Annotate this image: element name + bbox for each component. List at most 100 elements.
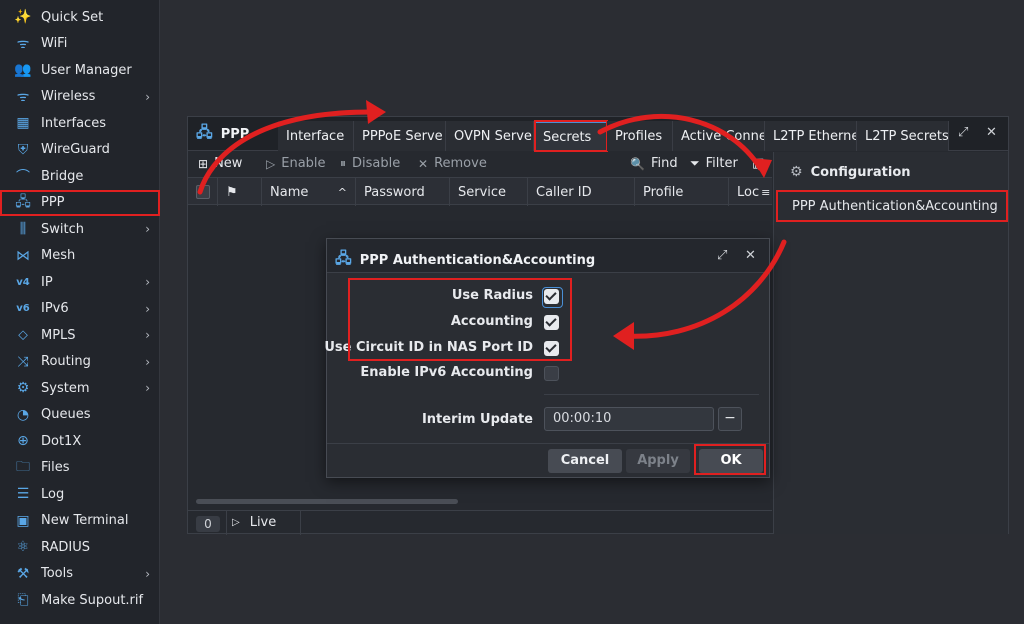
live-label: Live [249, 515, 277, 530]
panel-toggle-icon[interactable]: ▥ [752, 156, 764, 171]
column-label: Password [364, 184, 425, 200]
remove-interim-button[interactable]: − [718, 407, 742, 431]
sidebar-item-label: Tools [41, 566, 74, 581]
chevron-right-icon: › [145, 275, 150, 289]
find-button[interactable]: 🔍 Find [630, 156, 678, 171]
annotation-box-options [348, 278, 572, 361]
sidebar-item-dot1x[interactable]: ⊕ Dot1X [0, 428, 160, 454]
interim-update-input[interactable]: 00:00:10 [544, 407, 714, 431]
tab-interface[interactable]: Interface [278, 121, 354, 151]
filter-button[interactable]: ⏷ Filter [690, 156, 740, 171]
tab-label: L2TP Secrets [865, 128, 949, 144]
wifi-icon: ᯤ [16, 36, 30, 52]
sidebar-item-label: WireGuard [41, 142, 110, 157]
column-name[interactable]: Name ^ [262, 178, 356, 206]
chevron-right-icon: › [145, 328, 150, 342]
interim-update-label: Interim Update [421, 412, 533, 427]
disable-button[interactable]: ⏸ Disable [340, 156, 400, 171]
tab-ovpn-server[interactable]: OVPN Server [446, 121, 534, 151]
apply-button[interactable]: Apply [626, 449, 690, 473]
sidebar-item-mpls[interactable]: ⬦ MPLS › [0, 322, 160, 348]
tab-label: Interface [286, 128, 345, 144]
enable-label: Enable [281, 156, 326, 171]
tab-profiles[interactable]: Profiles [607, 121, 673, 151]
mesh-icon: ⋈ [16, 247, 30, 264]
sidebar-item-ip[interactable]: v4 IP › [0, 269, 160, 295]
cancel-button[interactable]: Cancel [548, 449, 622, 473]
tab-l2tp-secrets[interactable]: L2TP Secrets [857, 121, 949, 151]
search-icon: 🔍 [630, 156, 645, 171]
sidebar-item-new-terminal[interactable]: ▣ New Terminal [0, 508, 160, 534]
new-button[interactable]: ⊞ New [198, 156, 242, 171]
tab-label: PPPoE Serve [362, 128, 443, 144]
switch-icon: ⫼ [19, 221, 27, 237]
restore-icon[interactable]: ⤢ [958, 125, 968, 140]
column-profile[interactable]: Profile [635, 178, 729, 206]
dialog-title-text: PPP Authentication&Accounting [359, 253, 596, 268]
chevron-right-icon: › [145, 381, 150, 395]
routing-icon: ⤨ [17, 353, 29, 370]
ppp-authentication-accounting-link[interactable]: PPP Authentication&Accounting [776, 190, 1008, 222]
gear-icon: ⚙ [16, 380, 30, 396]
restore-icon[interactable]: ⤢ [717, 248, 727, 263]
radius-icon: ⚛ [16, 539, 30, 555]
sidebar-item-interfaces[interactable]: ▦ Interfaces [0, 110, 160, 136]
live-button[interactable]: ▷ Live [232, 515, 276, 530]
sidebar-item-wireless[interactable]: ᯤ Wireless › [0, 84, 160, 110]
column-label: Name [270, 184, 309, 200]
tab-active-connections[interactable]: Active Conne [673, 121, 765, 151]
checkbox [196, 185, 210, 199]
sidebar-item-mesh[interactable]: ⋈ Mesh [0, 243, 160, 269]
remove-button[interactable]: ✕ Remove [418, 156, 487, 171]
toolbar: ⊞ New ▷ Enable ⏸ Disable ✕ Remove 🔍 Find ⏷ Fil… [188, 152, 772, 176]
tab-l2tp-ethernet[interactable]: L2TP Etherne [765, 121, 857, 151]
tab-pppoe-server[interactable]: PPPoE Serve [354, 121, 446, 151]
horizontal-scrollbar[interactable] [196, 499, 458, 504]
flag-column[interactable]: ⚑ [218, 178, 262, 206]
enable-button[interactable]: ▷ Enable [266, 156, 326, 171]
column-label: Caller ID [536, 184, 592, 200]
sidebar-item-label: Interfaces [41, 115, 106, 131]
select-all-checkbox[interactable] [188, 178, 218, 206]
column-caller-id[interactable]: Caller ID [528, 178, 635, 206]
sidebar-item-radius[interactable]: ⚛ RADIUS [0, 534, 160, 560]
close-icon[interactable]: ✕ [745, 248, 756, 263]
column-service[interactable]: Service [450, 178, 528, 206]
sidebar-item-wireguard[interactable]: ⛨ WireGuard [0, 137, 160, 163]
sidebar-item-routing[interactable]: ⤨ Routing › [0, 349, 160, 375]
divider [226, 511, 227, 535]
sidebar-item-quick-set[interactable]: ✨ Quick Set [0, 4, 160, 30]
sidebar-item-bridge[interactable]: ⌒ Bridge [0, 163, 160, 189]
column-menu-icon[interactable]: ≡ [761, 186, 770, 199]
sidebar-item-label: IP [41, 274, 53, 290]
tab-label: L2TP Etherne [773, 128, 857, 144]
sidebar-item-switch[interactable]: ⫼ Switch › [0, 216, 160, 242]
sidebar-item-tools[interactable]: ⚒ Tools › [0, 561, 160, 587]
chevron-right-icon: › [145, 89, 150, 104]
sidebar-item-ipv6[interactable]: v6 IPv6 › [0, 296, 160, 322]
enable-ipv6-accounting-checkbox[interactable] [544, 366, 559, 381]
sidebar-item-log[interactable]: ☰ Log [0, 481, 160, 507]
enable-ipv6-accounting-label: Enable IPv6 Accounting [360, 365, 533, 380]
sort-asc-icon: ^ [337, 185, 347, 199]
users-icon: 👥 [14, 62, 32, 78]
pause-icon: ⏸ [340, 156, 347, 170]
close-icon[interactable]: ✕ [986, 125, 997, 140]
column-password[interactable]: Password [356, 178, 450, 206]
sidebar-item-wifi[interactable]: ᯤ WiFi [0, 31, 160, 57]
sidebar-item-user-manager[interactable]: 👥 User Manager [0, 57, 160, 83]
row-count-badge: 0 [196, 516, 220, 532]
tab-secrets[interactable]: Secrets [534, 120, 608, 152]
column-local-address[interactable]: Loc ≡ [729, 178, 772, 206]
sidebar-item-label: Files [41, 460, 70, 475]
ip-icon: v4 [16, 276, 30, 288]
sidebar-item-files[interactable]: 🗀 Files [0, 455, 160, 481]
sidebar-item-make-supout-rif[interactable]: ⎗ Make Supout.rif [0, 587, 160, 613]
find-label: Find [650, 156, 678, 171]
filter-icon: ⏷ [690, 156, 700, 170]
chevron-right-icon: › [145, 354, 150, 369]
sidebar-item-ppp[interactable]: 🖧 PPP [0, 189, 160, 216]
sidebar-item-label: User Manager [41, 62, 132, 78]
sidebar-item-system[interactable]: ⚙ System › [0, 375, 160, 401]
sidebar-item-queues[interactable]: ◔ Queues [0, 402, 160, 428]
